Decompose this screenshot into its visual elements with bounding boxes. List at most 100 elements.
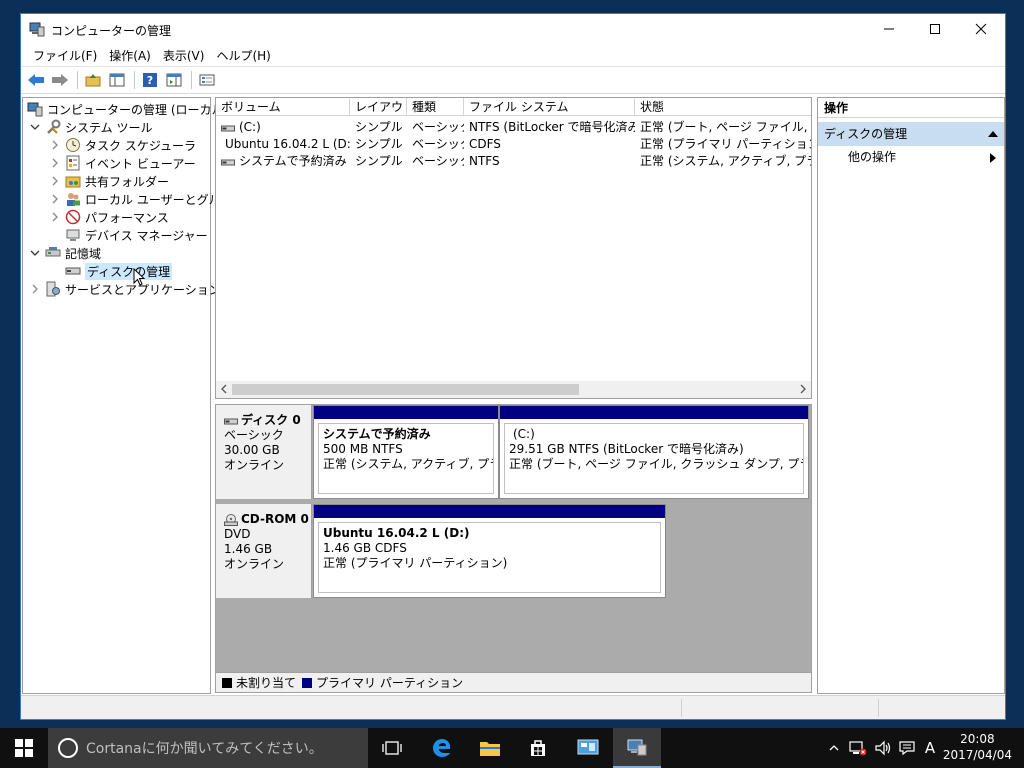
column-header-filesystem[interactable]: ファイル システム: [464, 98, 635, 116]
file-explorer-button[interactable]: [466, 728, 514, 768]
partition-system-reserved[interactable]: システムで予約済み 500 MB NTFS 正常 (システム, アクティブ, プ…: [313, 405, 499, 499]
taskbar-clock[interactable]: 20:08 2017/04/04: [943, 731, 1012, 763]
disk-management-pane: ボリューム レイアウト 種類 ファイル システム 状態 (C:) シンプル ベー…: [215, 97, 812, 694]
close-icon: [975, 23, 987, 35]
column-header-volume[interactable]: ボリューム: [216, 98, 350, 116]
store-button[interactable]: [514, 728, 562, 768]
actions-section-disk-management[interactable]: ディスクの管理: [818, 122, 1004, 146]
action-pane-icon: [166, 73, 182, 87]
disk-row-disk0: ディスク 0 ベーシック 30.00 GB オンライン システムで予約済み 50…: [216, 405, 811, 499]
event-log-icon: [65, 155, 81, 171]
properties-icon: [199, 74, 215, 86]
chevron-right-icon[interactable]: [49, 157, 61, 169]
action-more-actions[interactable]: 他の操作: [818, 146, 1004, 168]
help-icon: ?: [143, 73, 157, 87]
edge-icon: [433, 739, 451, 757]
partition-color-bar: [500, 406, 808, 419]
services-icon: [45, 281, 61, 297]
back-button[interactable]: [25, 69, 47, 91]
show-hide-action-pane-button[interactable]: [163, 69, 185, 91]
volume-icon: [221, 125, 235, 131]
chevron-right-icon[interactable]: [49, 139, 61, 151]
scrollbar-thumb[interactable]: [232, 384, 579, 395]
start-button[interactable]: [0, 728, 48, 768]
tree-item-event-viewer[interactable]: イベント ビューアー: [49, 154, 196, 172]
chevron-down-icon[interactable]: [29, 247, 41, 259]
tree-item-system-tools[interactable]: システム ツール: [29, 118, 152, 136]
network-tray-button[interactable]: [846, 728, 870, 768]
collapse-up-icon: [988, 131, 998, 137]
tree-item-shared-folders[interactable]: 共有フォルダー: [49, 172, 169, 190]
minimize-icon: [884, 28, 894, 30]
tree-item-root[interactable]: コンピューターの管理 (ローカル): [27, 100, 228, 118]
tree-item-services-apps[interactable]: サービスとアプリケーション: [29, 280, 221, 298]
title-bar[interactable]: コンピューターの管理: [21, 14, 1005, 44]
menu-view[interactable]: 表示(V): [157, 47, 211, 64]
horizontal-scrollbar[interactable]: [216, 381, 811, 398]
show-hide-tree-button[interactable]: [106, 69, 128, 91]
tree-label: 記憶域: [65, 246, 102, 261]
status-separator: [878, 699, 879, 717]
column-header-layout[interactable]: レイアウト: [350, 98, 407, 116]
tree-item-storage[interactable]: 記憶域: [29, 244, 101, 262]
forward-arrow-icon: [52, 74, 68, 86]
primary-partition-swatch: [302, 677, 313, 688]
scroll-left-arrow-icon: [221, 384, 227, 394]
menu-bar: ファイル(F) 操作(A) 表示(V) ヘルプ(H): [21, 44, 1005, 66]
menu-action[interactable]: 操作(A): [103, 47, 157, 64]
show-hidden-icons-button[interactable]: [824, 728, 844, 768]
tree-item-disk-management[interactable]: ディスクの管理: [65, 262, 173, 280]
tree-item-task-scheduler[interactable]: タスク スケジューラ: [49, 136, 196, 154]
chevron-right-icon[interactable]: [49, 175, 61, 187]
control-panel-button[interactable]: [564, 728, 612, 768]
partition-status: 正常 (システム, アクティブ, プライマリ ,: [323, 457, 493, 471]
table-row[interactable]: システムで予約済み シンプル ベーシック NTFS 正常 (システム, アクティ…: [216, 153, 811, 170]
table-row[interactable]: Ubuntu 16.04.2 L (D:) シンプル ベーシック CDFS 正常…: [216, 136, 811, 153]
tools-icon: [45, 119, 61, 135]
close-button[interactable]: [958, 14, 1004, 44]
column-header-type[interactable]: 種類: [407, 98, 464, 116]
minimize-button[interactable]: [866, 14, 912, 44]
menu-file[interactable]: ファイル(F): [27, 47, 103, 64]
tree-item-device-manager[interactable]: デバイス マネージャー: [65, 226, 208, 244]
scroll-right-arrow-icon: [800, 384, 806, 394]
computer-management-icon: [627, 739, 647, 756]
action-center-button[interactable]: [896, 728, 918, 768]
edge-button[interactable]: [418, 728, 466, 768]
chevron-down-icon[interactable]: [29, 121, 41, 133]
window-title: コンピューターの管理: [51, 24, 172, 38]
clock-icon: [65, 137, 81, 153]
task-view-button[interactable]: [368, 728, 416, 768]
device-manager-icon: [65, 227, 81, 243]
disk-drive-icon: [224, 418, 238, 424]
volume-tray-button[interactable]: [872, 728, 894, 768]
ime-mode-button[interactable]: A: [920, 728, 940, 768]
up-folder-button[interactable]: [82, 69, 104, 91]
maximize-button[interactable]: [912, 14, 958, 44]
table-row[interactable]: (C:) シンプル ベーシック NTFS (BitLocker で暗号化済み) …: [216, 119, 811, 136]
partition-d-drive[interactable]: Ubuntu 16.04.2 L (D:) 1.46 GB CDFS 正常 (プ…: [313, 504, 666, 598]
partition-status: 正常 (ブート, ページ ファイル, クラッシュ ダンプ, プライマリ パーティ…: [509, 457, 803, 471]
chevron-right-icon[interactable]: [49, 211, 61, 223]
clock-time: 20:08: [960, 732, 995, 746]
chevron-right-icon[interactable]: [29, 283, 41, 295]
partition-name: (C:): [513, 427, 535, 441]
notification-icon: [899, 741, 915, 756]
tree-label: デバイス マネージャー: [85, 228, 208, 243]
menu-help[interactable]: ヘルプ(H): [210, 47, 276, 64]
disk-label[interactable]: ディスク 0 ベーシック 30.00 GB オンライン: [216, 405, 312, 499]
folder-up-icon: [85, 74, 101, 87]
cortana-search-box[interactable]: Cortanaに何か聞いてみてください。: [48, 728, 368, 768]
column-header-status[interactable]: 状態: [635, 98, 811, 116]
disk-type: ベーシック: [224, 428, 284, 442]
partition-c-drive[interactable]: (C:) 29.51 GB NTFS (BitLocker で暗号化済み) 正常…: [499, 405, 809, 499]
help-button[interactable]: ?: [139, 69, 161, 91]
tree-item-performance[interactable]: パフォーマンス: [49, 208, 169, 226]
properties-button[interactable]: [196, 69, 218, 91]
forward-button[interactable]: [49, 69, 71, 91]
disk-state: オンライン: [224, 557, 285, 571]
disk-label[interactable]: CD-ROM 0 DVD 1.46 GB オンライン: [216, 504, 312, 598]
disk-row-cdrom0: CD-ROM 0 DVD 1.46 GB オンライン Ubuntu 16.04.…: [216, 504, 811, 598]
chevron-right-icon[interactable]: [49, 193, 61, 205]
computer-management-taskbar-button[interactable]: [613, 728, 661, 768]
